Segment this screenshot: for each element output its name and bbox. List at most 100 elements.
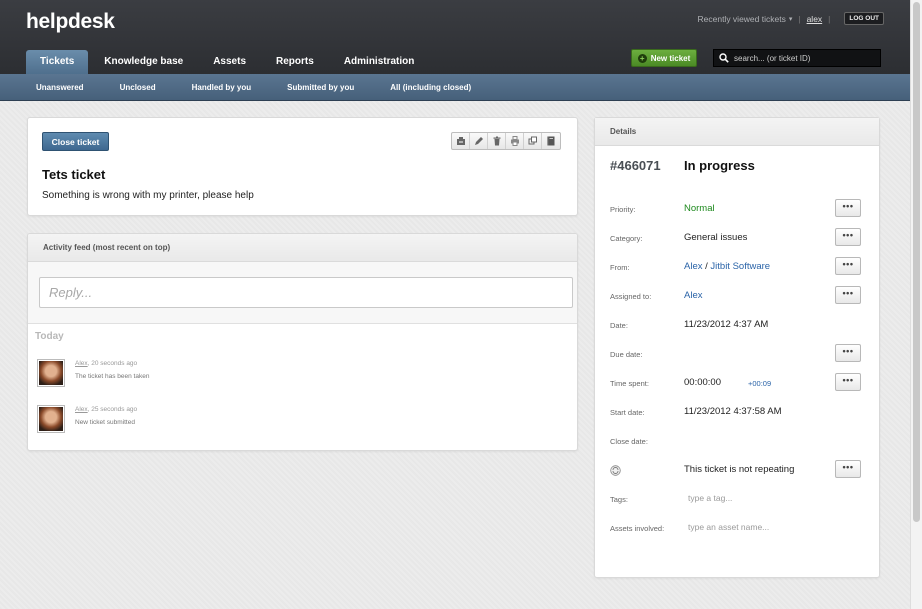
activity-feed-header: Activity feed (most recent on top) xyxy=(28,234,577,262)
date-value: 11/23/2012 4:37 AM xyxy=(684,319,769,330)
plus-icon: + xyxy=(637,53,647,63)
from-more-button[interactable]: ••• xyxy=(835,257,861,275)
activity-meta: Alex, 25 seconds ago xyxy=(75,406,137,413)
search-icon xyxy=(719,53,729,63)
ticket-filter-nav: Unanswered Unclosed Handled by you Submi… xyxy=(0,74,910,101)
filter-handled-by-you[interactable]: Handled by you xyxy=(192,83,252,92)
repeat-row: This ticket is not repeating ••• xyxy=(595,460,879,480)
main-tabs: Tickets Knowledge base Assets Reports Ad… xyxy=(26,50,430,74)
tags-input[interactable]: type a tag... xyxy=(688,493,732,503)
app-logo[interactable]: helpdesk xyxy=(26,10,115,34)
from-row: From: Alex / Jitbit Software ••• xyxy=(595,257,879,277)
priority-row: Priority: Normal ••• xyxy=(595,199,879,219)
avatar[interactable] xyxy=(37,405,65,433)
assigned-more-button[interactable]: ••• xyxy=(835,286,861,304)
close-ticket-button[interactable]: Close ticket xyxy=(42,132,109,151)
activity-time: , 20 seconds ago xyxy=(87,360,138,367)
close-date-label: Close date: xyxy=(610,437,648,446)
ticket-title: Tets ticket xyxy=(42,167,106,182)
username-link[interactable]: alex xyxy=(807,14,823,24)
assigned-value: Alex xyxy=(684,290,702,301)
details-panel: Details #466071 In progress Priority: No… xyxy=(594,117,880,578)
time-spent-label: Time spent: xyxy=(610,379,649,388)
category-value: General issues xyxy=(684,232,748,243)
repeat-icon xyxy=(610,465,621,476)
priority-value: Normal xyxy=(684,203,715,214)
tab-reports[interactable]: Reports xyxy=(262,50,328,74)
category-row: Category: General issues ••• xyxy=(595,228,879,248)
time-spent-extra[interactable]: +00:09 xyxy=(748,379,771,388)
date-row: Date: 11/23/2012 4:37 AM xyxy=(595,315,879,335)
repeat-more-button[interactable]: ••• xyxy=(835,460,861,478)
priority-more-button[interactable]: ••• xyxy=(835,199,861,217)
edit-icon[interactable] xyxy=(470,133,488,149)
reply-input[interactable] xyxy=(39,277,573,308)
assets-input[interactable]: type an asset name... xyxy=(688,522,769,532)
scroll-thumb[interactable] xyxy=(913,2,920,522)
today-label: Today xyxy=(35,331,64,342)
top-bar: helpdesk Recently viewed tickets ▾ | ale… xyxy=(0,0,910,74)
page-scrollbar[interactable] xyxy=(910,0,922,609)
activity-item: Alex, 20 seconds ago The ticket has been… xyxy=(37,359,149,387)
new-ticket-label: New ticket xyxy=(650,53,691,63)
filter-unanswered[interactable]: Unanswered xyxy=(36,83,84,92)
new-ticket-button[interactable]: + New ticket xyxy=(631,49,697,67)
due-date-label: Due date: xyxy=(610,350,643,359)
repeat-value: This ticket is not repeating xyxy=(684,464,795,475)
reply-area xyxy=(28,262,577,324)
delete-icon[interactable] xyxy=(488,133,506,149)
recent-tickets-label: Recently viewed tickets xyxy=(697,13,786,24)
activity-text: The ticket has been taken xyxy=(75,373,150,380)
tab-administration[interactable]: Administration xyxy=(330,50,429,74)
from-company-link[interactable]: Jitbit Software xyxy=(710,261,770,272)
avatar[interactable] xyxy=(37,359,65,387)
user-bar: Recently viewed tickets ▾ | alex | LOG O… xyxy=(698,12,884,25)
filter-unclosed[interactable]: Unclosed xyxy=(120,83,156,92)
separator: | xyxy=(798,13,801,24)
tab-tickets[interactable]: Tickets xyxy=(26,50,89,74)
start-date-row: Start date: 11/23/2012 4:37:58 AM xyxy=(595,402,879,422)
from-label: From: xyxy=(610,263,630,272)
logout-button[interactable]: LOG OUT xyxy=(844,12,884,25)
notebook-icon[interactable] xyxy=(542,133,560,149)
filter-all-including-closed[interactable]: All (including closed) xyxy=(390,83,471,92)
due-date-row: Due date: ••• xyxy=(595,344,879,364)
activity-text: New ticket submitted xyxy=(75,419,135,426)
merge-icon[interactable] xyxy=(452,133,470,149)
tags-row: Tags: type a tag... xyxy=(595,489,879,509)
assets-row: Assets involved: type an asset name... xyxy=(595,518,879,538)
from-user-link[interactable]: Alex xyxy=(684,261,702,272)
activity-user-link[interactable]: Alex xyxy=(75,360,88,367)
recent-tickets-menu[interactable]: Recently viewed tickets ▾ xyxy=(698,14,793,24)
from-value: Alex / Jitbit Software xyxy=(684,261,770,272)
assigned-user-link[interactable]: Alex xyxy=(684,290,702,301)
assigned-label: Assigned to: xyxy=(610,292,652,301)
print-icon[interactable] xyxy=(506,133,524,149)
priority-label: Priority: xyxy=(610,205,636,214)
ticket-description: Something is wrong with my printer, plea… xyxy=(42,190,254,201)
activity-item: Alex, 25 seconds ago New ticket submitte… xyxy=(37,405,137,433)
time-spent-value: 00:00:00 xyxy=(684,377,721,388)
copy-icon[interactable] xyxy=(524,133,542,149)
assets-label: Assets involved: xyxy=(610,524,665,533)
close-date-row: Close date: xyxy=(595,431,879,451)
category-more-button[interactable]: ••• xyxy=(835,228,861,246)
tab-knowledge-base[interactable]: Knowledge base xyxy=(90,50,197,74)
date-label: Date: xyxy=(610,321,628,330)
time-spent-row: Time spent: 00:00:00 +00:09 ••• xyxy=(595,373,879,393)
tags-label: Tags: xyxy=(610,495,628,504)
search-input[interactable] xyxy=(734,53,874,63)
category-label: Category: xyxy=(610,234,643,243)
activity-user-link[interactable]: Alex xyxy=(75,406,88,413)
ticket-id: #466071 xyxy=(610,158,661,173)
start-date-value: 11/23/2012 4:37:58 AM xyxy=(684,406,782,417)
due-date-more-button[interactable]: ••• xyxy=(835,344,861,362)
ticket-toolbar xyxy=(451,132,561,150)
activity-feed-panel: Activity feed (most recent on top) Today… xyxy=(27,233,578,451)
separator: | xyxy=(828,13,831,24)
tab-assets[interactable]: Assets xyxy=(199,50,260,74)
time-spent-more-button[interactable]: ••• xyxy=(835,373,861,391)
filter-submitted-by-you[interactable]: Submitted by you xyxy=(287,83,354,92)
assigned-row: Assigned to: Alex ••• xyxy=(595,286,879,306)
start-date-label: Start date: xyxy=(610,408,645,417)
